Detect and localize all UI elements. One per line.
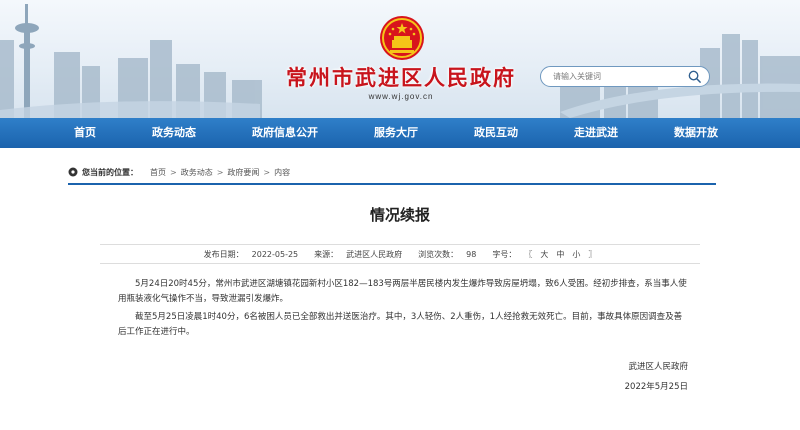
nav-item-public-interaction[interactable]: 政民互动 <box>462 118 530 148</box>
search-box <box>540 66 710 87</box>
breadcrumb-item-home[interactable]: 首页 <box>150 167 166 178</box>
breadcrumb-separator: > <box>170 167 177 177</box>
nav-item-government-news[interactable]: 政务动态 <box>140 118 208 148</box>
article-source: 武进区人民政府 <box>346 249 403 259</box>
font-size-medium-button[interactable]: 中 <box>556 249 564 260</box>
article-signature: 武进区人民政府 2022年5月25日 <box>625 357 688 397</box>
view-count: 98 <box>466 249 477 259</box>
signature-org: 武进区人民政府 <box>628 362 688 372</box>
breadcrumb-separator: > <box>263 167 271 177</box>
breadcrumb-divider <box>68 183 716 185</box>
font-size-small-button[interactable]: 小 <box>572 249 580 260</box>
site-header: 常州市武进区人民政府 www.wj.gov.cn <box>0 0 800 118</box>
search-icon[interactable] <box>687 69 702 84</box>
article-paragraph: 截至5月25日凌晨1时40分，6名被困人员已全部救出并送医治疗。其中，3人轻伤、… <box>118 312 683 337</box>
font-size-label: 字号： <box>492 249 517 259</box>
bracket-close: 〗 <box>588 249 597 259</box>
bracket-open: 〖 <box>524 249 533 259</box>
font-size-large-button[interactable]: 大 <box>540 249 548 260</box>
nav-item-information-disclosure[interactable]: 政府信息公开 <box>240 118 330 148</box>
publish-date: 2022-05-25 <box>251 249 299 259</box>
breadcrumb: 您当前的位置： 首页 > 政务动态 > 政府要闻 > 内容 <box>68 162 716 182</box>
breadcrumb-label: 您当前的位置： <box>82 167 138 177</box>
nav-item-service-hall[interactable]: 服务大厅 <box>362 118 430 148</box>
nav-item-home[interactable]: 首页 <box>62 118 108 148</box>
views-label: 浏览次数： <box>418 249 459 259</box>
article-body: 5月24日20时45分，常州市武进区湖塘镇花园新村小区182—183号两层半居民… <box>118 277 688 343</box>
publish-date-label: 发布日期： <box>203 249 244 259</box>
breadcrumb-separator: > <box>216 167 224 177</box>
breadcrumb-item-content: 内容 <box>274 167 291 177</box>
article-title: 情况续报 <box>369 206 430 224</box>
breadcrumb-item-headlines[interactable]: 政府要闻 <box>227 167 259 178</box>
article-meta: 发布日期： 2022-05-25 来源： 武进区人民政府 浏览次数： 98 字号： 〖… <box>100 244 700 264</box>
signature-date: 2022年5月25日 <box>624 382 688 392</box>
breadcrumb-item-government-news[interactable]: 政务动态 <box>181 167 213 178</box>
site-domain: www.wj.gov.cn <box>368 92 434 101</box>
nav-item-open-data[interactable]: 数据开放 <box>662 118 730 148</box>
location-pin-icon <box>68 167 78 177</box>
site-title: 常州市武进区人民政府 <box>286 66 516 90</box>
source-label: 来源： <box>314 249 339 259</box>
article-paragraph: 5月24日20时45分，常州市武进区湖塘镇花园新村小区182—183号两层半居民… <box>118 279 687 304</box>
font-size-control: 字号： 〖 大 中 小 〗 <box>488 249 600 260</box>
national-emblem-icon <box>380 16 424 60</box>
search-input[interactable] <box>553 69 681 84</box>
nav-item-about-wujin[interactable]: 走进武进 <box>562 118 630 148</box>
main-nav: 首页 政务动态 政府信息公开 服务大厅 政民互动 走进武进 数据开放 <box>0 118 800 148</box>
